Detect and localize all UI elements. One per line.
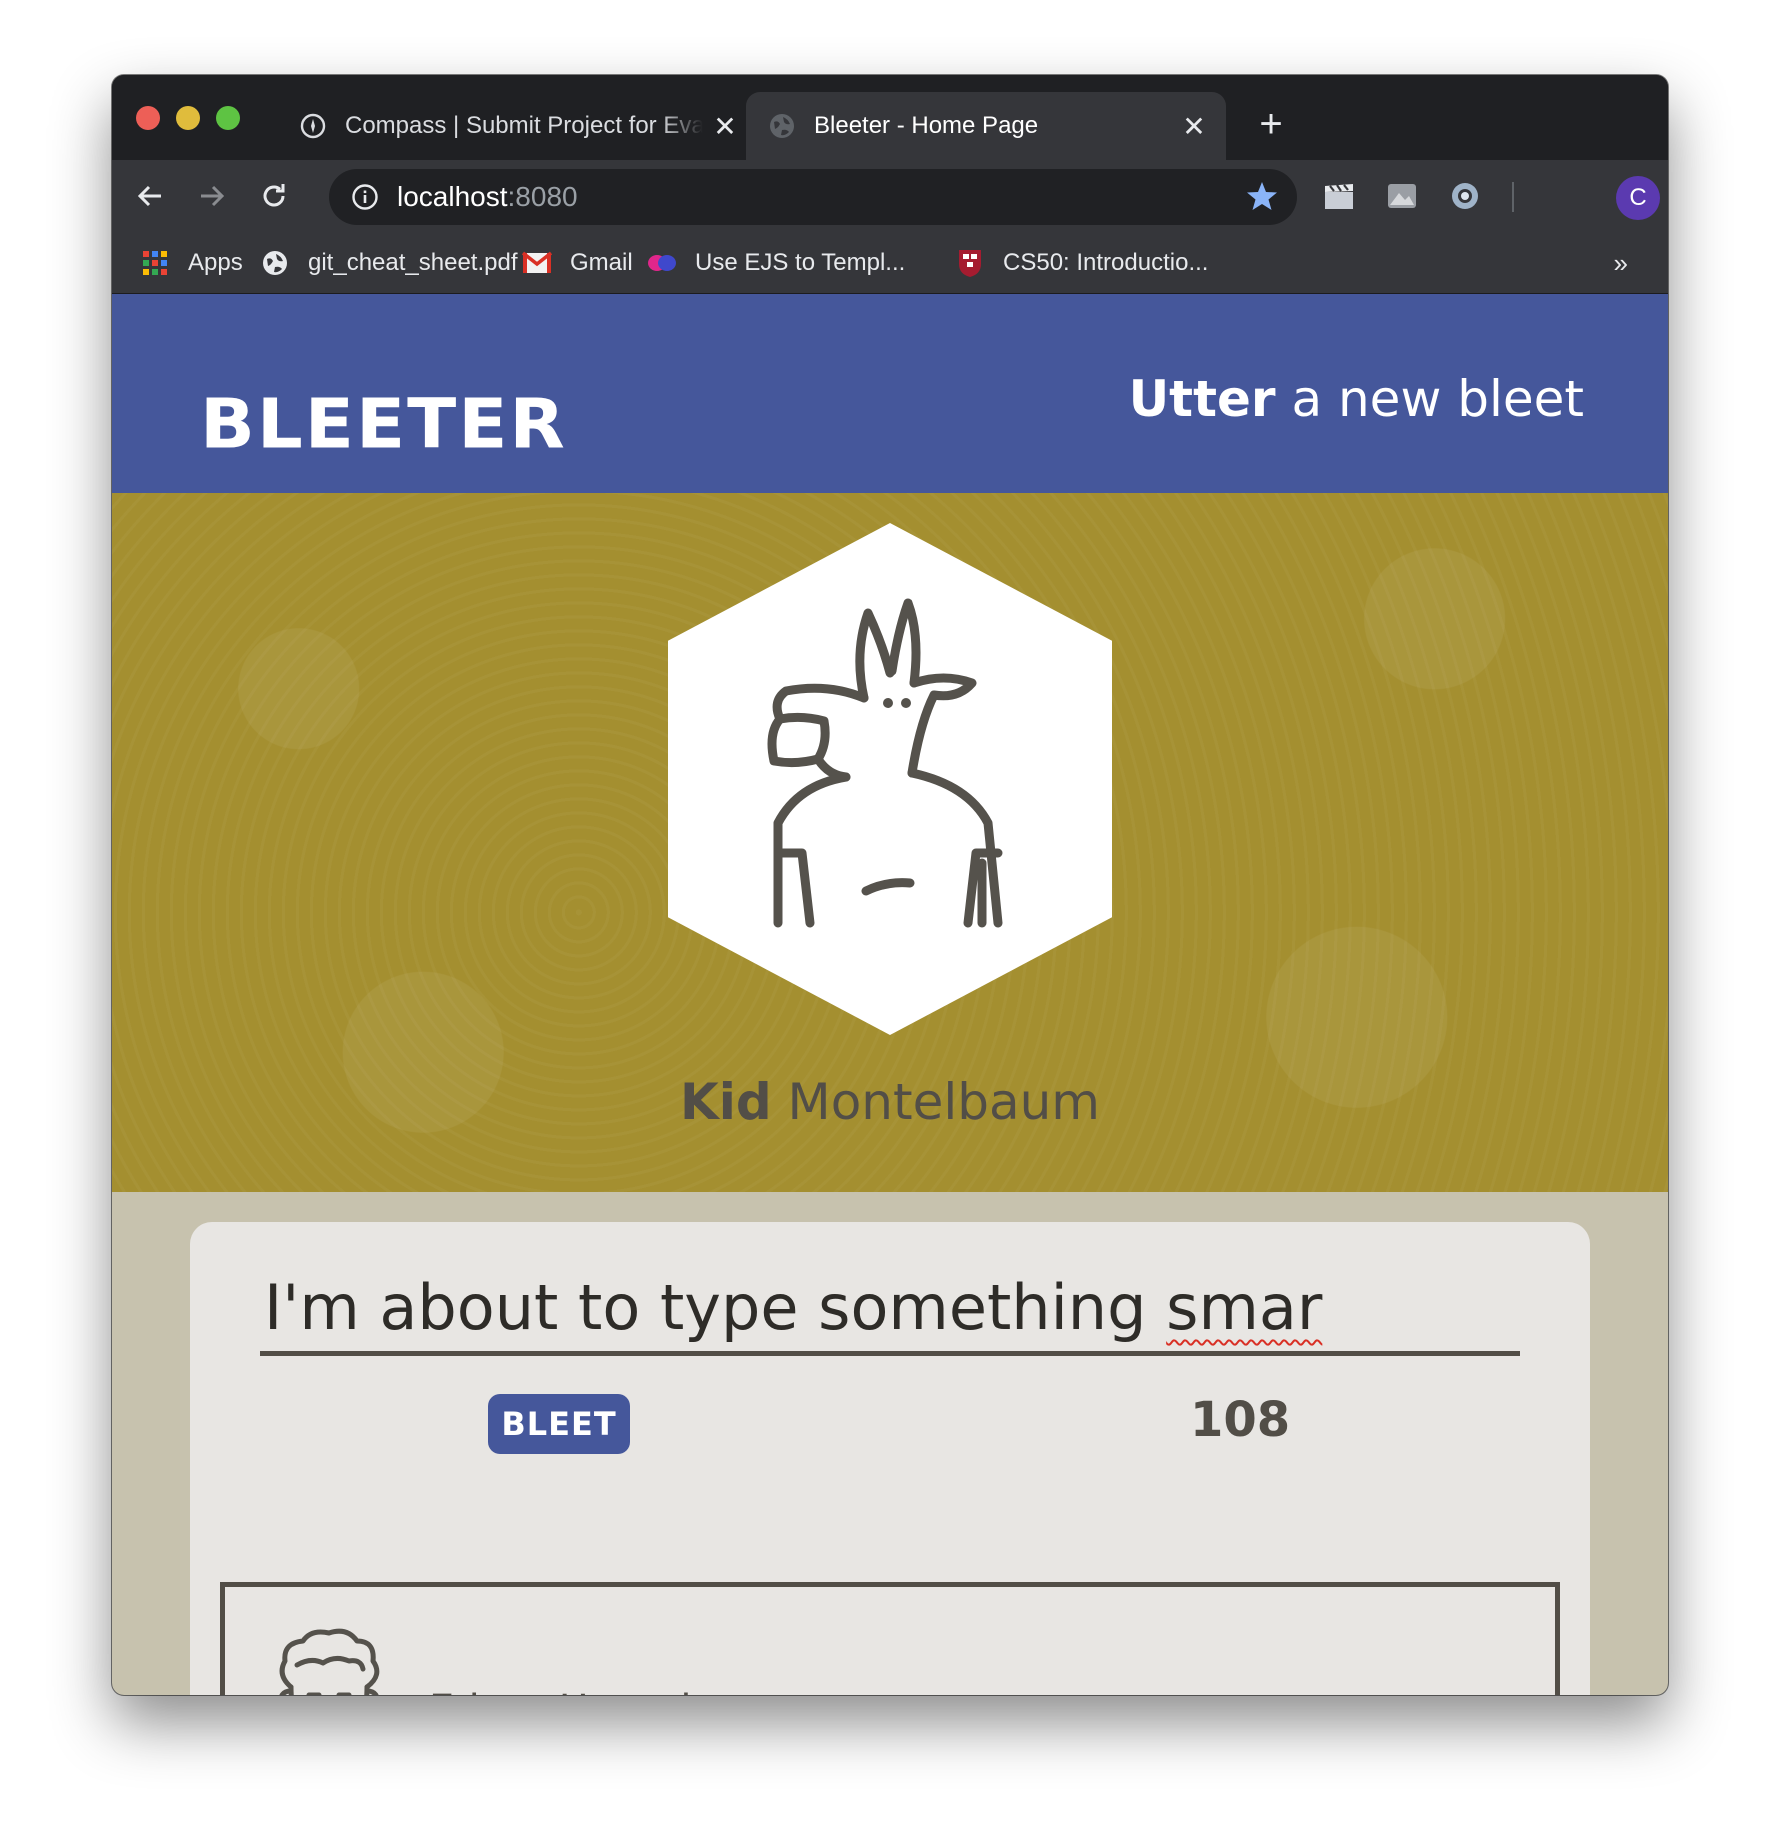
- close-window-button[interactable]: [136, 106, 160, 130]
- tab-title: Bleeter - Home Page: [814, 112, 1039, 139]
- info-icon[interactable]: [349, 181, 381, 213]
- ejs-icon: [647, 248, 677, 278]
- gmail-icon: [522, 248, 552, 278]
- bleet-submit-button[interactable]: BLEET: [488, 1394, 630, 1454]
- character-counter: 108: [1190, 1392, 1291, 1448]
- bookmark-git-cheat-sheet[interactable]: git_cheat_sheet.pdf: [260, 232, 518, 294]
- bleet-item: Edgar Hussain: [220, 1582, 1560, 1695]
- utter-new-bleet-link[interactable]: Utter a new bleet: [1129, 374, 1584, 424]
- minimize-window-button[interactable]: [176, 106, 200, 130]
- bleet-text-misspelled: smar: [1166, 1271, 1323, 1344]
- compose-link-rest: a new bleet: [1275, 370, 1584, 428]
- bookmark-label: Gmail: [570, 249, 633, 276]
- profile-banner: Kid Montelbaum: [112, 493, 1668, 1192]
- bookmark-label: Use EJS to Templ...: [695, 249, 906, 276]
- tab-strip: Compass | Submit Project for Evaluation …: [112, 75, 1668, 160]
- bookmark-star-icon[interactable]: [1245, 179, 1279, 220]
- site-header: BLEETER Utter a new bleet: [112, 294, 1668, 493]
- bookmark-label: CS50: Introductio...: [1003, 249, 1209, 276]
- clapperboard-extension-icon[interactable]: [1322, 179, 1356, 213]
- close-tab-icon[interactable]: ✕: [1172, 110, 1216, 143]
- goat-avatar-icon: [767, 598, 1003, 928]
- bleet-text: I'm about to type something: [264, 1271, 1167, 1344]
- tab-title: Compass | Submit Project for Evaluation: [345, 112, 703, 139]
- bleet-author-name[interactable]: Edgar Hussain: [429, 1687, 717, 1695]
- profile-name: Kid Montelbaum: [112, 1073, 1668, 1131]
- page-viewport: BLEETER Utter a new bleet Kid Montelbaum…: [112, 294, 1668, 1695]
- bookmarks-overflow-button[interactable]: »: [1614, 232, 1628, 294]
- profile-avatar-button[interactable]: C: [1616, 176, 1660, 220]
- browser-toolbar: localhost:8080 C: [112, 160, 1668, 232]
- url-host: localhost: [397, 181, 508, 212]
- address-bar[interactable]: localhost:8080: [329, 169, 1297, 225]
- bookmark-label: git_cheat_sheet.pdf: [308, 249, 518, 276]
- curly-hair-avatar-icon: [279, 1628, 380, 1695]
- forward-button[interactable]: [188, 172, 236, 220]
- arrow-left-icon: [137, 185, 161, 207]
- ring-extension-icon[interactable]: [1448, 179, 1482, 213]
- new-tab-button[interactable]: +: [1247, 100, 1295, 148]
- profile-last-name: Montelbaum: [771, 1073, 1101, 1131]
- bookmark-label: Apps: [188, 249, 243, 276]
- profile-first-name: Kid: [679, 1073, 772, 1131]
- bookmark-gmail[interactable]: Gmail: [522, 232, 633, 294]
- compose-link-strong: Utter: [1128, 370, 1276, 428]
- tab-compass[interactable]: Compass | Submit Project for Evaluation …: [277, 92, 757, 160]
- harvard-shield-icon: [955, 248, 985, 278]
- bookmark-apps[interactable]: Apps: [140, 232, 243, 294]
- maximize-window-button[interactable]: [216, 106, 240, 130]
- profile-avatar-hexagon: [668, 523, 1112, 1035]
- bookmark-use-ejs[interactable]: Use EJS to Templ...: [647, 232, 905, 294]
- back-button[interactable]: [126, 172, 174, 220]
- url-port: :8080: [507, 181, 578, 212]
- bookmarks-bar: Apps git_cheat_sheet.pdf Gmail Use EJS t…: [112, 232, 1668, 294]
- browser-window: Compass | Submit Project for Evaluation …: [112, 75, 1668, 1695]
- toolbar-divider: [1512, 182, 1514, 212]
- close-tab-icon[interactable]: ✕: [703, 110, 747, 143]
- compass-icon: [299, 112, 327, 140]
- globe-icon: [768, 112, 796, 140]
- apps-grid-icon: [140, 248, 170, 278]
- reload-icon: [263, 184, 285, 207]
- arrow-right-icon: [201, 185, 225, 207]
- bleet-textarea[interactable]: I'm about to type something smar: [260, 1262, 1520, 1356]
- globe-icon: [260, 248, 290, 278]
- reload-button[interactable]: [250, 172, 298, 220]
- site-logo[interactable]: BLEETER: [200, 390, 567, 458]
- photo-extension-icon[interactable]: [1385, 179, 1419, 213]
- tab-bleeter[interactable]: Bleeter - Home Page ✕: [746, 92, 1226, 160]
- bookmark-cs50[interactable]: CS50: Introductio...: [955, 232, 1208, 294]
